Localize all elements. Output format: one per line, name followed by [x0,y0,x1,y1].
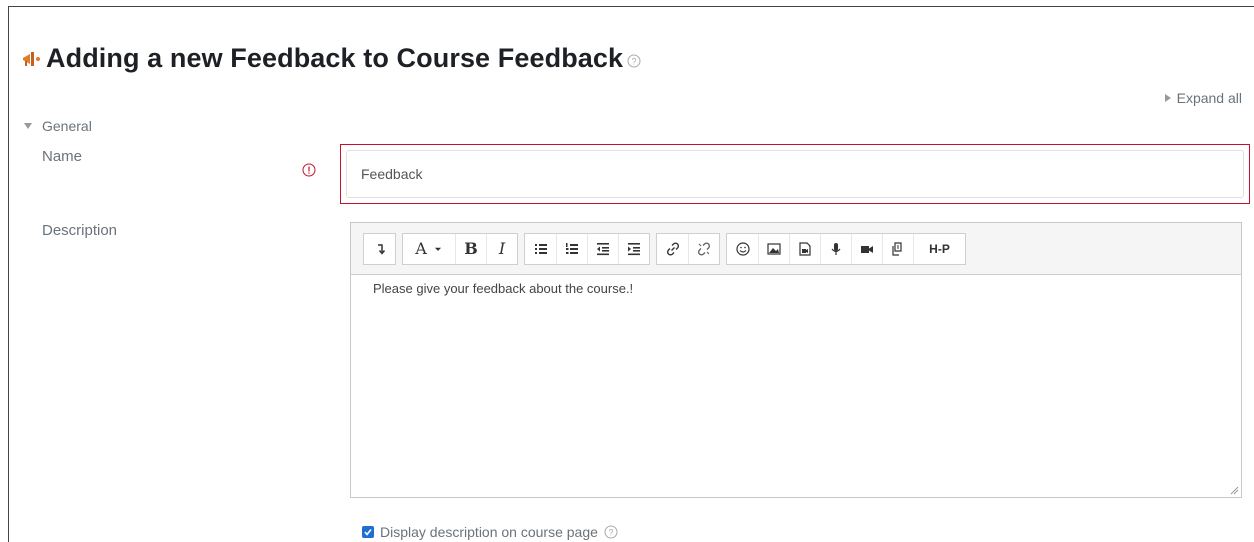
manage-files-icon [892,241,902,256]
toolbar-group-lists [524,232,650,265]
media-icon [799,241,811,256]
bullet-list-icon [534,243,547,254]
expand-all-link[interactable]: Expand all [1164,90,1242,106]
unlink-button[interactable] [688,233,719,264]
name-label: Name [42,148,83,165]
toolbar-group-insert: H-P [726,232,966,265]
outdent-icon [597,242,609,255]
numbered-list-icon [566,242,578,254]
description-editor-area[interactable]: Please give your feedback about the cour… [351,275,1241,497]
display-description-row: Display description on course page ? [362,524,618,540]
bullet-list-button[interactable] [525,234,556,264]
font-style-icon: A [415,239,427,258]
required-icon [302,163,316,177]
italic-icon: I [498,239,506,258]
outdent-button[interactable] [587,233,618,264]
checkmark-icon [364,529,372,536]
emoticon-button[interactable] [727,234,758,264]
name-field-wrapper: Feedback [340,144,1250,204]
chevron-down-icon [434,247,441,251]
bold-button[interactable]: B [455,233,486,264]
h5p-icon: H-P [929,241,950,256]
bold-icon: B [464,239,478,258]
help-icon[interactable]: ? [604,525,618,539]
collapse-toggle-icon [377,243,385,255]
numbered-list-button[interactable] [556,233,587,264]
help-icon[interactable]: ? [627,54,641,68]
toolbar-group-links [656,232,720,265]
svg-text:?: ? [632,57,637,67]
image-button[interactable] [758,233,789,264]
expand-all-label: Expand all [1176,90,1242,106]
italic-button[interactable]: I [486,233,517,264]
expand-arrow-icon [1164,94,1171,102]
page-title: Adding a new Feedback to Course Feedback [46,42,624,73]
description-content: Please give your feedback about the cour… [373,281,634,296]
h5p-button[interactable]: H-P [913,233,965,264]
general-section-toggle[interactable]: General [24,118,92,134]
indent-icon [628,242,640,255]
link-button[interactable] [657,234,688,264]
toolbar-group-style: A B I [402,232,518,265]
emoticon-icon [735,241,750,256]
general-section-label: General [42,118,92,134]
record-audio-button[interactable] [820,233,851,264]
font-style-button[interactable]: A [403,234,455,264]
indent-button[interactable] [618,233,649,264]
display-description-checkbox[interactable] [362,526,374,538]
display-description-label: Display description on course page [380,524,598,540]
record-video-icon [861,245,873,253]
name-input[interactable]: Feedback [346,150,1244,198]
manage-files-button[interactable] [882,233,913,264]
svg-text:?: ? [608,528,613,538]
image-icon [767,242,781,255]
collapse-toggle-button[interactable] [364,234,395,264]
record-audio-icon [831,242,841,255]
link-icon [666,241,679,256]
description-editor: A B I H-P Please give your feedback abou… [350,222,1242,498]
resize-handle-icon[interactable] [1229,485,1239,495]
collapse-arrow-icon [24,123,32,129]
description-label: Description [42,222,118,239]
toolbar-group-collapse [363,232,396,265]
record-video-button[interactable] [851,233,882,264]
page-header: Adding a new Feedback to Course Feedback… [20,38,641,78]
feedback-megaphone-icon [23,52,40,66]
unlink-icon [697,241,711,256]
editor-toolbar: A B I H-P [351,223,1241,275]
media-button[interactable] [789,233,820,264]
